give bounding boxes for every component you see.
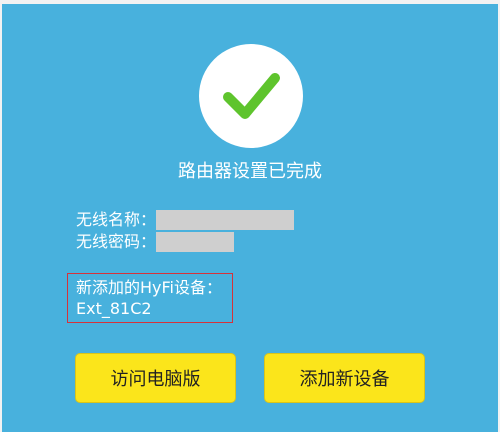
wireless-name-label: 无线名称：	[76, 210, 157, 229]
setup-complete-title: 路由器设置已完成	[178, 161, 322, 182]
wireless-name-row: 无线名称：	[76, 209, 295, 231]
hyfi-device-label: 新添加的HyFi设备：	[76, 278, 222, 297]
checkmark-icon	[223, 73, 280, 119]
visit-web-version-button[interactable]: 访问电脑版	[75, 353, 236, 403]
wireless-password-redacted	[156, 232, 235, 252]
top-border	[0, 0, 500, 4]
hyfi-device-name: Ext_81C2	[76, 299, 152, 318]
wireless-password-label: 无线密码：	[76, 232, 157, 251]
setup-complete-screen: 路由器设置已完成 无线名称： 无线密码： 新添加的HyFi设备： Ext_81C…	[0, 0, 500, 432]
add-new-device-button[interactable]: 添加新设备	[264, 353, 425, 403]
wireless-name-redacted	[156, 210, 295, 230]
left-border	[0, 0, 2, 432]
wireless-password-row: 无线密码：	[76, 231, 235, 253]
success-badge	[199, 44, 303, 148]
